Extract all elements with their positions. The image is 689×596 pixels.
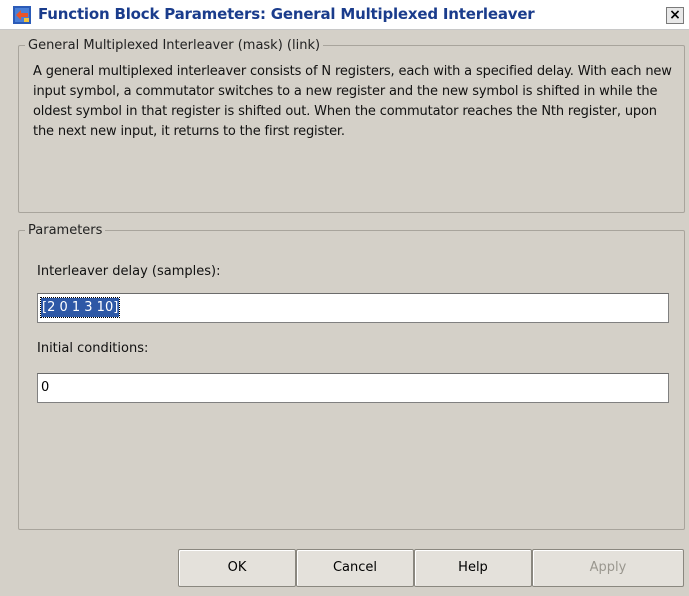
cancel-button[interactable]: Cancel — [296, 549, 414, 587]
parameters-legend: Parameters — [28, 223, 103, 238]
dialog-window: Function Block Parameters: General Multi… — [0, 0, 689, 596]
apply-button[interactable]: Apply — [532, 549, 684, 587]
interleaver-delay-label: Interleaver delay (samples): — [37, 264, 221, 279]
description-group: General Multiplexed Interleaver (mask) (… — [18, 38, 685, 213]
description-text: A general multiplexed interleaver consis… — [33, 64, 672, 139]
window-title: Function Block Parameters: General Multi… — [38, 5, 535, 23]
ok-button[interactable]: OK — [178, 549, 296, 587]
initial-conditions-field[interactable]: 0 — [37, 373, 669, 403]
close-icon: × — [669, 7, 681, 23]
description-legend: General Multiplexed Interleaver (mask) (… — [28, 38, 321, 53]
title-bar[interactable]: Function Block Parameters: General Multi… — [0, 0, 689, 30]
initial-conditions-value: 0 — [41, 380, 50, 395]
interleaver-delay-value: [2 0 1 3 10] — [39, 297, 121, 318]
close-button[interactable]: × — [666, 7, 684, 24]
simulink-block-icon — [13, 6, 31, 24]
interleaver-delay-field[interactable]: [2 0 1 3 10] — [37, 293, 669, 323]
parameters-group: Parameters Interleaver delay (samples): … — [18, 223, 685, 530]
help-button[interactable]: Help — [414, 549, 532, 587]
initial-conditions-label: Initial conditions: — [37, 341, 149, 356]
